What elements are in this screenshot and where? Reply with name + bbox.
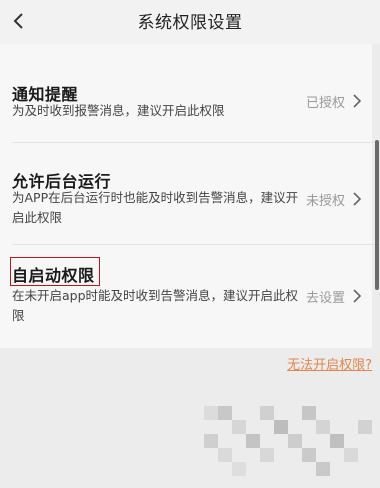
permission-row-background[interactable]: 允许后台运行 为APP在后台运行时也能及时收到告警消息，建议开启此权限 未授权 xyxy=(0,143,372,243)
watermark-mosaic xyxy=(196,398,380,488)
highlight-box xyxy=(10,257,100,286)
chevron-right-icon xyxy=(353,289,362,303)
chevron-right-icon xyxy=(353,192,362,206)
status-label: 已授权 xyxy=(306,96,346,111)
status-label: 去设置 xyxy=(306,291,346,306)
row-desc: 为及时收到报警消息，建议开启此权限 xyxy=(12,103,225,118)
permission-row-notification[interactable]: 通知提醒 为及时收到报警消息，建议开启此权限 已授权 xyxy=(0,44,372,130)
page-title: 系统权限设置 xyxy=(137,13,243,33)
chevron-right-icon xyxy=(353,94,362,108)
status-label: 未授权 xyxy=(306,194,346,209)
help-link[interactable]: 无法开启权限? xyxy=(287,354,372,373)
nav-bar: 系统权限设置 xyxy=(0,0,380,44)
scrollbar[interactable] xyxy=(375,140,379,290)
row-desc: 在未开启app时能及时收到告警消息，建议开启此权限 xyxy=(12,288,299,323)
row-desc: 为APP在后台运行时也能及时收到告警消息，建议开启此权限 xyxy=(12,190,299,225)
